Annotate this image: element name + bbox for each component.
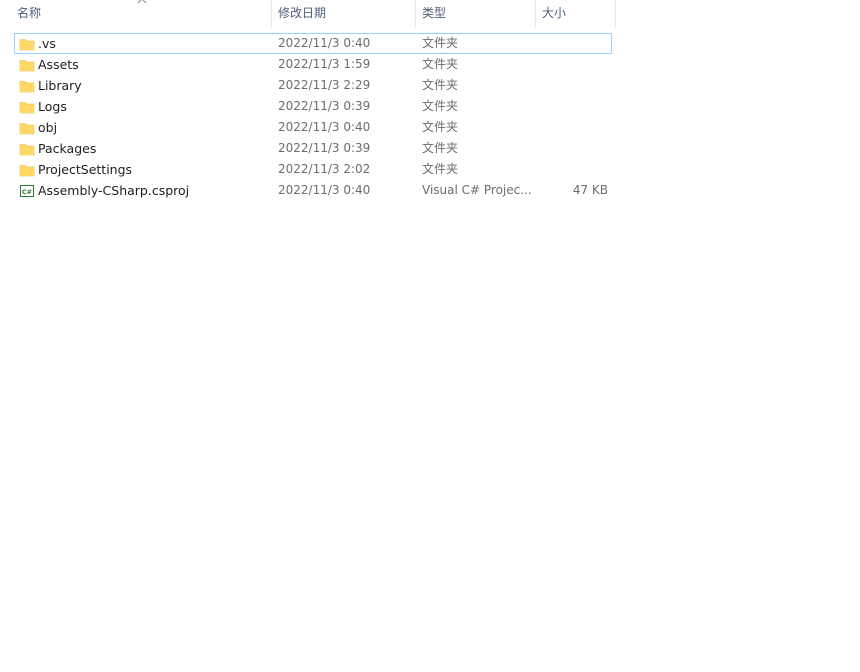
file-date: 2022/11/3 0:40 xyxy=(278,36,371,50)
file-size xyxy=(537,160,608,179)
file-size xyxy=(537,76,608,95)
file-rows: .vs 2022/11/3 0:40 文件夹 Assets 2022/11/3 1:5… xyxy=(0,33,616,201)
file-row[interactable]: obj 2022/11/3 0:40 文件夹 xyxy=(14,117,612,138)
folder-icon xyxy=(19,165,35,177)
column-header-name[interactable]: 名称 xyxy=(0,0,272,27)
file-row[interactable]: C# Assembly-CSharp.csproj 2022/11/3 0:40 V… xyxy=(14,180,612,201)
file-name: Assembly-CSharp.csproj xyxy=(38,183,190,198)
file-row[interactable]: ProjectSettings 2022/11/3 2:02 文件夹 xyxy=(14,159,612,180)
file-size xyxy=(537,139,608,158)
file-name: Assets xyxy=(38,57,79,72)
file-date: 2022/11/3 0:40 xyxy=(278,183,371,197)
folder-icon xyxy=(19,144,35,156)
file-row[interactable]: Assets 2022/11/3 1:59 文件夹 xyxy=(14,54,612,75)
file-size xyxy=(537,55,608,74)
folder-icon xyxy=(19,39,35,51)
file-type: 文件夹 xyxy=(422,36,459,50)
file-date: 2022/11/3 0:39 xyxy=(278,99,371,113)
file-type: 文件夹 xyxy=(422,57,459,71)
folder-icon xyxy=(19,123,35,135)
file-type: 文件夹 xyxy=(422,141,459,155)
file-name: .vs xyxy=(38,36,56,51)
file-size xyxy=(537,34,608,53)
file-row[interactable]: Logs 2022/11/3 0:39 文件夹 xyxy=(14,96,612,117)
file-row[interactable]: Packages 2022/11/3 0:39 文件夹 xyxy=(14,138,612,159)
file-type: 文件夹 xyxy=(422,120,459,134)
file-type: 文件夹 xyxy=(422,162,459,176)
column-header-date[interactable]: 修改日期 xyxy=(272,0,416,27)
file-name: obj xyxy=(38,120,58,135)
file-size xyxy=(537,97,608,116)
chevron-up-icon xyxy=(137,0,147,4)
file-size xyxy=(537,118,608,137)
column-divider[interactable] xyxy=(615,0,616,27)
file-date: 2022/11/3 0:40 xyxy=(278,120,371,134)
file-date: 2022/11/3 2:02 xyxy=(278,162,371,176)
file-name: Logs xyxy=(38,99,67,114)
file-date: 2022/11/3 0:39 xyxy=(278,141,371,155)
file-row[interactable]: Library 2022/11/3 2:29 文件夹 xyxy=(14,75,612,96)
column-header-type[interactable]: 类型 xyxy=(416,0,536,27)
file-date: 2022/11/3 1:59 xyxy=(278,57,371,71)
file-list-view: 名称 修改日期 类型 大小 .vs 2022/11/3 0:40 文件夹 Asset… xyxy=(0,0,860,672)
column-header: 名称 修改日期 类型 大小 xyxy=(0,0,616,27)
file-date: 2022/11/3 2:29 xyxy=(278,78,371,92)
file-type: 文件夹 xyxy=(422,78,459,92)
file-type: 文件夹 xyxy=(422,99,459,113)
column-header-size[interactable]: 大小 xyxy=(536,0,616,27)
file-row[interactable]: .vs 2022/11/3 0:40 文件夹 xyxy=(14,33,612,54)
csharp-project-icon: C# xyxy=(20,185,34,197)
file-name: ProjectSettings xyxy=(38,162,133,177)
svg-text:C#: C# xyxy=(22,188,32,196)
file-name: Packages xyxy=(38,141,97,156)
folder-icon xyxy=(19,81,35,93)
file-name: Library xyxy=(38,78,82,93)
file-type: Visual C# Projec... xyxy=(422,183,532,197)
file-size: 47 KB xyxy=(572,183,608,197)
folder-icon xyxy=(19,102,35,114)
folder-icon xyxy=(19,60,35,72)
